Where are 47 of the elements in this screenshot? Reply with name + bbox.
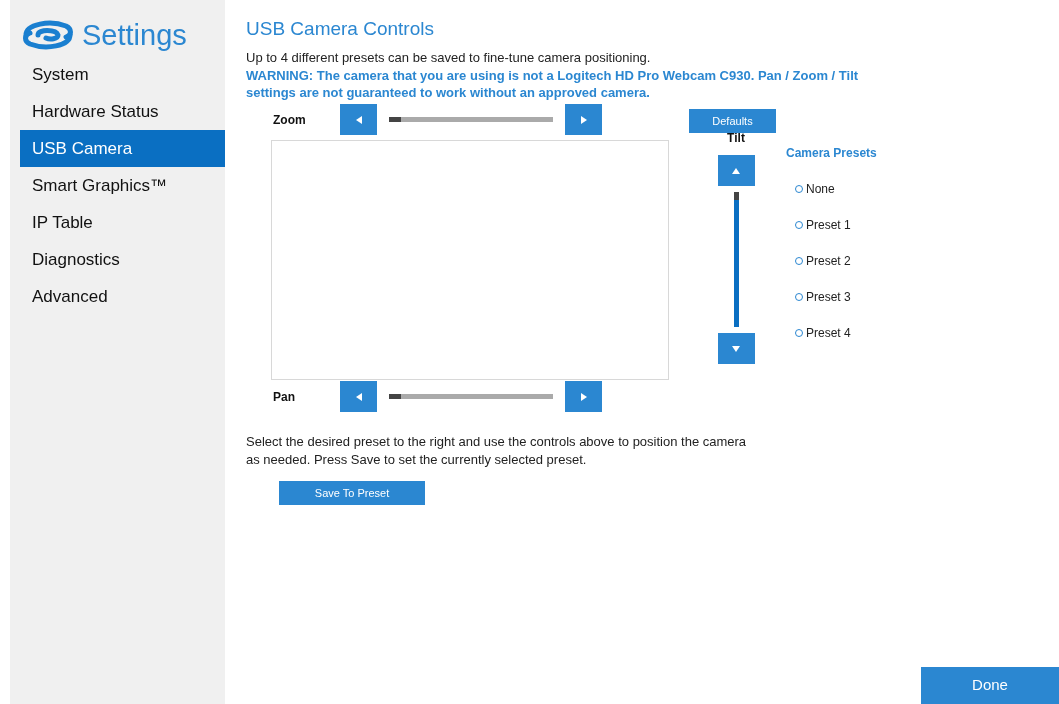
left-arrow-icon: [355, 392, 362, 401]
preset-label[interactable]: Preset 3: [806, 288, 851, 306]
radio-button[interactable]: [795, 293, 803, 301]
slider-thumb[interactable]: [389, 117, 401, 122]
pan-right-button[interactable]: [565, 381, 602, 412]
sidebar-item[interactable]: Hardware Status: [20, 93, 225, 130]
sidebar-item[interactable]: Advanced: [20, 278, 225, 315]
zoom-label: Zoom: [272, 111, 307, 129]
pan-label: Pan: [272, 388, 296, 406]
preset-label[interactable]: None: [806, 180, 835, 198]
right-arrow-icon: [580, 392, 587, 401]
pan-slider-track[interactable]: [389, 394, 553, 399]
preset-label[interactable]: Preset 2: [806, 252, 851, 270]
slider-thumb[interactable]: [389, 394, 401, 399]
sidebar-item[interactable]: USB Camera: [20, 130, 225, 167]
intro-text: Up to 4 different presets can be saved to fine-tune camera positioning.: [246, 48, 652, 67]
right-arrow-icon: [580, 115, 587, 124]
defaults-button[interactable]: Defaults: [689, 109, 776, 133]
done-button[interactable]: Done: [921, 667, 1059, 704]
swirl-logo-icon: [20, 18, 76, 52]
presets-title: Camera Presets: [786, 145, 877, 162]
up-arrow-icon: [732, 167, 740, 174]
zoom-right-button[interactable]: [565, 104, 602, 135]
save-to-preset-button[interactable]: Save To Preset: [279, 481, 425, 505]
tilt-up-button[interactable]: [717, 155, 755, 186]
tilt-down-button[interactable]: [717, 333, 755, 364]
sidebar-item[interactable]: Diagnostics: [20, 241, 225, 278]
sidebar-item[interactable]: Smart Graphics™: [20, 167, 225, 204]
down-arrow-icon: [732, 345, 740, 352]
page-title: USB Camera Controls: [246, 17, 435, 41]
warning-text: WARNING: The camera that you are using is not a Logitech HD Pro Webcam C930. Pan / Zoom / Tilt settings are not guaranteed to work without an approved camera.: [246, 67, 860, 101]
radio-button[interactable]: [795, 221, 803, 229]
zoom-left-button[interactable]: [340, 104, 377, 135]
preset-label[interactable]: Preset 1: [806, 216, 851, 234]
radio-button[interactable]: [795, 329, 803, 337]
preset-label[interactable]: Preset 4: [806, 324, 851, 342]
tilt-label: Tilt: [727, 130, 745, 147]
sidebar-item[interactable]: System: [20, 56, 225, 93]
sidebar-item[interactable]: IP Table: [20, 204, 225, 241]
radio-button[interactable]: [795, 257, 803, 265]
pan-left-button[interactable]: [340, 381, 377, 412]
radio-button[interactable]: [795, 185, 803, 193]
zoom-slider-track[interactable]: [389, 117, 553, 122]
left-arrow-icon: [355, 115, 362, 124]
instructions-text: Select the desired preset to the right and use the controls above to position the camera as needed. Press Save to set the currently selected preset.: [246, 433, 748, 469]
slider-thumb[interactable]: [733, 192, 739, 200]
app-title: Settings: [82, 20, 187, 50]
